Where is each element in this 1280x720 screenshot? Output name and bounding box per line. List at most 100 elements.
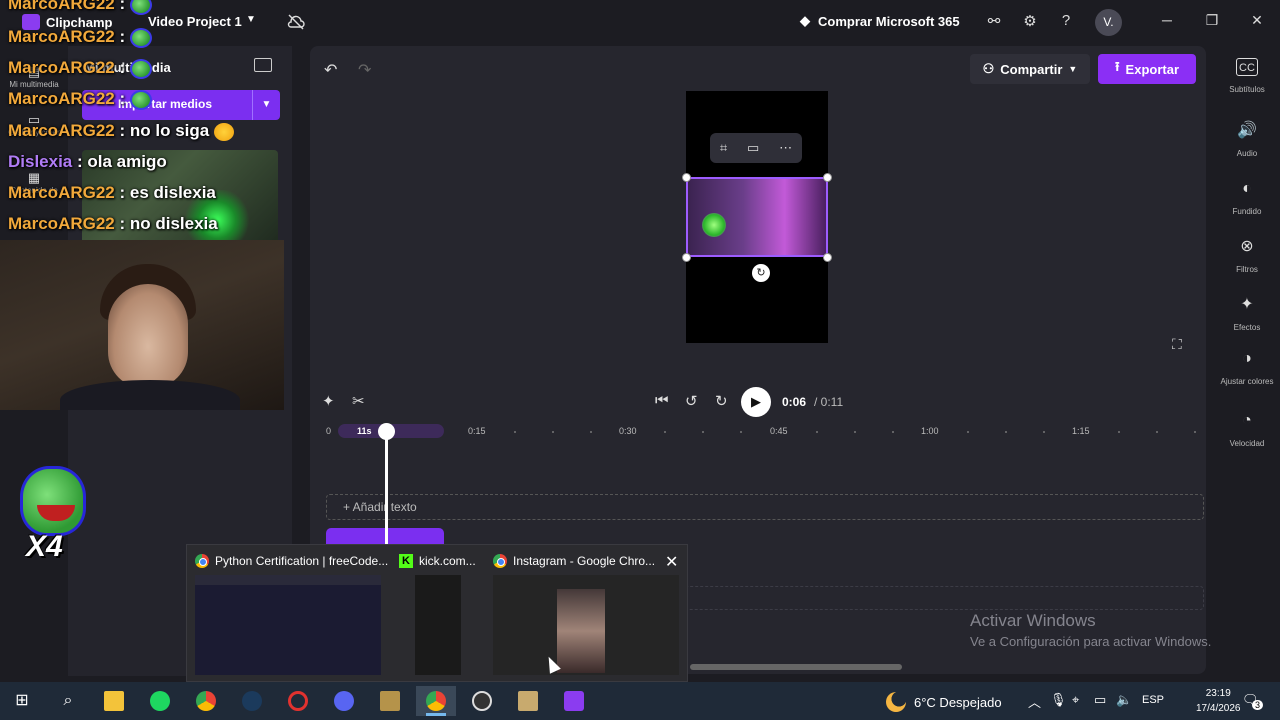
ruler-tick: [967, 431, 969, 433]
timeline-ruler[interactable]: 0 0:15 0:30 0:45 1:00 1:15: [324, 426, 1204, 438]
volume-icon[interactable]: 🔈: [1116, 692, 1132, 708]
windows-taskbar: ⊞ ⌕ 6°C Despejado ︿ 🎙 ⌖ ▭ 🔈 ESP 23:19 17…: [0, 682, 1280, 720]
chevron-down-icon[interactable]: ▼: [252, 90, 280, 120]
avatar[interactable]: V.: [1095, 9, 1122, 36]
people-icon: ⚇: [982, 61, 995, 76]
color-icon: ◑: [1242, 350, 1252, 367]
obs-icon[interactable]: [462, 686, 502, 716]
chrome-active-icon[interactable]: [416, 686, 456, 716]
buy-microsoft-365-button[interactable]: ◆ Comprar Microsoft 365: [800, 13, 960, 29]
preview-kick[interactable]: K kick.com...: [391, 545, 481, 683]
chat-text: no dislexia: [129, 214, 218, 233]
webcam-overlay: [0, 240, 284, 410]
ruler-tick: [1156, 431, 1158, 433]
redo-icon[interactable]: ↷: [358, 60, 371, 80]
adjust-colors-button[interactable]: ◑ Ajustar colores: [1214, 350, 1280, 389]
file-explorer-icon[interactable]: [94, 686, 134, 716]
clipchamp-icon[interactable]: [554, 686, 594, 716]
filters-button[interactable]: ⊗ Filtros: [1214, 238, 1280, 277]
steam-icon[interactable]: [232, 686, 272, 716]
chat-message: MarcoARG22 : no dislexia: [8, 214, 218, 233]
total-time: / 0:11: [814, 395, 844, 409]
fade-button[interactable]: ◐ Fundido: [1214, 180, 1280, 219]
fullscreen-icon[interactable]: ⛶: [1172, 336, 1182, 353]
cc-icon: CC: [1236, 58, 1258, 76]
search-icon[interactable]: ⌕: [48, 686, 88, 716]
help-icon[interactable]: ?: [1056, 12, 1076, 32]
export-button[interactable]: ⭱ Exportar: [1098, 54, 1196, 84]
preview-thumbnail: [493, 575, 679, 675]
resize-handle[interactable]: [682, 253, 691, 262]
resize-handle[interactable]: [823, 173, 832, 182]
spotify-icon[interactable]: [140, 686, 180, 716]
game-launcher-icon[interactable]: [370, 686, 410, 716]
chat-user: MarcoARG22: [8, 121, 115, 140]
magic-icon[interactable]: ✦: [322, 392, 335, 410]
audio-button[interactable]: 🔊 Audio: [1214, 122, 1280, 161]
rp-label: Fundido: [1232, 207, 1262, 216]
weather-widget[interactable]: 6°C Despejado: [886, 692, 1002, 712]
obs-shape: [472, 690, 492, 711]
preview-title-text: Python Certification | freeCode...: [215, 554, 389, 568]
chat-user: MarcoARG22: [8, 214, 115, 233]
more-icon[interactable]: ⋯: [779, 140, 792, 156]
effects-button[interactable]: ✦ Efectos: [1214, 296, 1280, 335]
discord-icon[interactable]: [324, 686, 364, 716]
chat-message: MarcoARG22 : no lo siga: [8, 121, 234, 141]
add-text-label: + Añadir texto: [343, 500, 417, 514]
activate-windows-title: Activar Windows: [970, 611, 1096, 630]
windows-start-icon[interactable]: ⊞: [2, 686, 42, 716]
subtitles-button[interactable]: CC Subtítulos: [1214, 58, 1280, 97]
project-name[interactable]: Video Project 1: [148, 14, 242, 29]
clock[interactable]: 23:19 17/4/2026: [1196, 686, 1241, 716]
folder-shape: [104, 690, 124, 711]
cloud-off-icon[interactable]: [286, 12, 306, 32]
share-button[interactable]: ⚇ Compartir ▼: [970, 54, 1090, 84]
preview-instagram[interactable]: Instagram - Google Chro...: [485, 545, 689, 683]
network-icon[interactable]: ▭: [1094, 692, 1106, 708]
selected-clip[interactable]: [686, 177, 828, 257]
pepe-emote-icon: [129, 58, 152, 79]
language-indicator[interactable]: ESP: [1142, 694, 1164, 706]
multiplier-label: X4: [26, 530, 63, 563]
connections-icon[interactable]: ⚯: [984, 12, 1004, 32]
speed-button[interactable]: ◔ Velocidad: [1214, 412, 1280, 451]
chevron-down-icon[interactable]: ▼: [246, 14, 256, 25]
ruler-tick: [816, 431, 818, 433]
collapse-panel-icon[interactable]: [254, 58, 272, 72]
forward-5-icon[interactable]: ↻: [715, 392, 728, 410]
playhead-handle[interactable]: [378, 423, 395, 440]
microphone-icon[interactable]: 🎙: [1050, 692, 1067, 708]
maximize-icon[interactable]: ❐: [1202, 12, 1222, 29]
ruler-tick: [1194, 431, 1196, 433]
rewind-5-icon[interactable]: ↺: [685, 392, 698, 410]
timeline-scrollbar[interactable]: [690, 664, 902, 670]
current-time: 0:06: [782, 395, 807, 409]
opera-icon[interactable]: [278, 686, 318, 716]
webcam-face: [108, 284, 188, 388]
fit-icon[interactable]: ▭: [747, 140, 759, 156]
skip-back-icon[interactable]: ⏮: [655, 392, 669, 409]
resize-handle[interactable]: [823, 253, 832, 262]
chrome-icon[interactable]: [186, 686, 226, 716]
close-preview-icon[interactable]: ✕: [665, 552, 678, 572]
buy-label: Comprar Microsoft 365: [818, 13, 960, 29]
crop-icon[interactable]: ⌗: [720, 140, 727, 156]
settings-gear-icon[interactable]: ⚙: [1020, 12, 1040, 32]
chat-user: MarcoARG22: [8, 89, 115, 108]
undo-icon[interactable]: ↶: [324, 60, 337, 80]
resize-handle[interactable]: [682, 173, 691, 182]
play-button[interactable]: ▶: [741, 387, 771, 417]
league-icon[interactable]: [508, 686, 548, 716]
close-icon[interactable]: ✕: [1247, 12, 1267, 29]
split-icon[interactable]: ✂: [352, 392, 365, 410]
minimize-icon[interactable]: ─: [1157, 12, 1177, 28]
chevron-up-icon[interactable]: ︿: [1028, 692, 1041, 711]
notifications-icon[interactable]: 🗨 3: [1242, 692, 1264, 710]
nav-item-label: Mi multimedia: [9, 80, 59, 89]
text-track[interactable]: + Añadir texto: [326, 494, 1204, 520]
rotate-icon[interactable]: ↻: [752, 264, 770, 282]
location-icon[interactable]: ⌖: [1072, 692, 1079, 708]
launcher-shape: [380, 690, 400, 711]
preview-python-certification[interactable]: Python Certification | freeCode...: [187, 545, 388, 683]
